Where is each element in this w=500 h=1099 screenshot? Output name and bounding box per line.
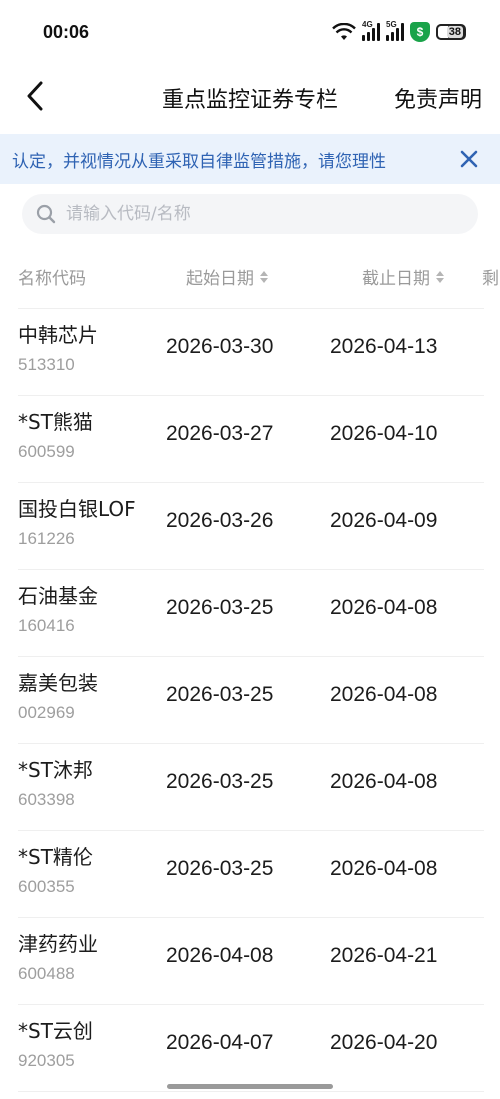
notice-banner: 认定，并视情况从重采取自律监管措施，请您理性 xyxy=(0,134,500,184)
security-code: 160416 xyxy=(18,616,75,635)
table-row[interactable]: 津药药业 600488 2026-04-08 2026-04-21 xyxy=(18,918,484,1005)
table-row[interactable]: 国投白银LOF 161226 2026-03-26 2026-04-09 xyxy=(18,483,484,570)
security-name: 石油基金 xyxy=(18,584,98,608)
close-icon xyxy=(460,150,478,168)
security-code: 002969 xyxy=(18,703,75,722)
start-date: 2026-03-30 xyxy=(166,335,274,358)
table-row[interactable]: 嘉美包装 002969 2026-03-25 2026-04-08 xyxy=(18,657,484,744)
battery-icon: 38 xyxy=(436,24,466,40)
end-date: 2026-04-21 xyxy=(330,944,438,967)
end-date: 2026-04-08 xyxy=(330,857,438,880)
search-icon xyxy=(36,204,56,224)
security-code: 161226 xyxy=(18,529,75,548)
end-date: 2026-04-20 xyxy=(330,1031,438,1054)
security-shield-icon: $ xyxy=(410,22,430,42)
start-date: 2026-03-27 xyxy=(166,422,274,445)
start-date: 2026-03-25 xyxy=(166,683,274,706)
header-start-date-label: 起始日期 xyxy=(186,269,254,289)
disclaimer-button[interactable]: 免责声明 xyxy=(394,82,482,114)
security-code: 600488 xyxy=(18,964,75,983)
signal-4g-icon: 4G xyxy=(362,20,380,41)
table-row[interactable]: *ST云创 920305 2026-04-07 2026-04-20 xyxy=(18,1005,484,1092)
security-name: 中韩芯片 xyxy=(18,323,98,347)
security-name: 津药药业 xyxy=(18,932,98,956)
header-start-date[interactable]: 起始日期 xyxy=(186,264,268,289)
header-end-date[interactable]: 截止日期 xyxy=(362,264,444,289)
end-date: 2026-04-10 xyxy=(330,422,438,445)
notice-text: 认定，并视情况从重采取自律监管措施，请您理性 xyxy=(12,152,386,172)
table-row[interactable]: 石油基金 160416 2026-03-25 2026-04-08 xyxy=(18,570,484,657)
notice-close-button[interactable] xyxy=(458,148,480,170)
start-date: 2026-03-25 xyxy=(166,770,274,793)
table-row[interactable]: *ST精伦 600355 2026-03-25 2026-04-08 xyxy=(18,831,484,918)
security-name: *ST沐邦 xyxy=(18,758,93,782)
header-more-column: 剩 xyxy=(482,269,499,289)
security-code: 600599 xyxy=(18,442,75,461)
security-code: 600355 xyxy=(18,877,75,896)
end-date: 2026-04-09 xyxy=(330,509,438,532)
start-date: 2026-03-26 xyxy=(166,509,274,532)
sort-icon xyxy=(260,270,268,283)
battery-level-text: 38 xyxy=(446,26,463,38)
security-name: *ST云创 xyxy=(18,1019,93,1043)
end-date: 2026-04-08 xyxy=(330,770,438,793)
start-date: 2026-03-25 xyxy=(166,857,274,880)
signal-5g-icon: 5G xyxy=(386,20,404,41)
start-date: 2026-04-08 xyxy=(166,944,274,967)
nav-bar: 重点监控证券专栏 免责声明 xyxy=(0,66,500,130)
wifi-icon xyxy=(332,23,356,40)
table-body: 中韩芯片 513310 2026-03-30 2026-04-13 *ST熊猫 … xyxy=(0,308,500,1092)
table-row[interactable]: 中韩芯片 513310 2026-03-30 2026-04-13 xyxy=(18,308,484,396)
search-box[interactable] xyxy=(22,194,478,234)
end-date: 2026-04-08 xyxy=(330,683,438,706)
status-time: 00:06 xyxy=(43,22,90,42)
sort-icon xyxy=(436,270,444,283)
table-row[interactable]: *ST沐邦 603398 2026-03-25 2026-04-08 xyxy=(18,744,484,831)
search-input[interactable] xyxy=(64,203,448,225)
table-header: 名称代码 起始日期 截止日期 剩 xyxy=(0,256,500,296)
status-icons: 4G 5G $ 38 xyxy=(332,20,466,42)
table-row[interactable]: *ST熊猫 600599 2026-03-27 2026-04-10 xyxy=(18,396,484,483)
start-date: 2026-03-25 xyxy=(166,596,274,619)
status-bar: 00:06 4G 5G $ 38 xyxy=(0,0,500,66)
security-code: 513310 xyxy=(18,355,75,374)
security-code: 920305 xyxy=(18,1051,75,1070)
home-indicator[interactable] xyxy=(167,1084,333,1089)
header-name-code: 名称代码 xyxy=(18,269,86,289)
end-date: 2026-04-08 xyxy=(330,596,438,619)
security-name: *ST熊猫 xyxy=(18,410,93,434)
security-code: 603398 xyxy=(18,790,75,809)
security-name: 国投白银LOF xyxy=(18,497,136,521)
header-end-date-label: 截止日期 xyxy=(362,269,430,289)
security-name: 嘉美包装 xyxy=(18,671,98,695)
start-date: 2026-04-07 xyxy=(166,1031,274,1054)
end-date: 2026-04-13 xyxy=(330,335,438,358)
security-name: *ST精伦 xyxy=(18,845,93,869)
